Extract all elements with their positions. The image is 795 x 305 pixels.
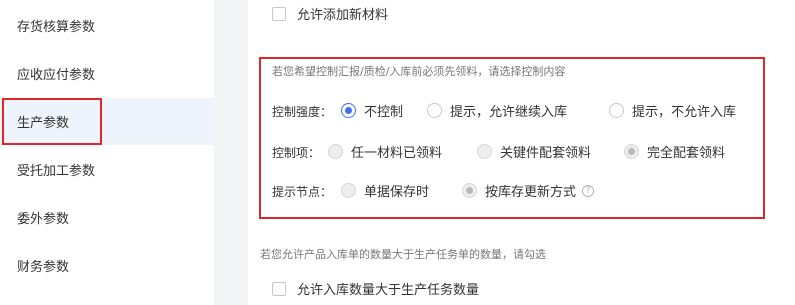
node-option-on-save[interactable]: 单据保存时 <box>341 181 429 200</box>
sidebar-item-finance[interactable]: 财务参数 <box>0 242 214 289</box>
allow-excess-quantity-label: 允许入库数量大于生产任务数量 <box>297 283 480 298</box>
strength-option-warn-allow[interactable]: 提示，允许继续入库 <box>427 101 567 120</box>
sidebar-item-label: 生产参数 <box>17 116 70 131</box>
strength-option-warn-block[interactable]: 提示，不允许入库 <box>609 101 736 120</box>
sidebar-item-inventory-accounting[interactable]: 存货核算参数 <box>0 2 214 49</box>
settings-sidebar: 存货核算参数 应收应付参数 生产参数 受托加工参数 委外参数 财务参数 <box>0 0 214 305</box>
sidebar-item-label: 存货核算参数 <box>17 20 96 35</box>
radio-disabled-icon[interactable] <box>341 183 356 198</box>
help-icon[interactable]: ? <box>582 184 595 197</box>
radio-disabled-selected-icon[interactable] <box>462 183 477 198</box>
control-strength-label: 控制强度： <box>272 105 333 119</box>
radio-icon[interactable] <box>427 103 442 118</box>
prompt-node-label: 提示节点： <box>272 185 333 199</box>
radio-icon[interactable] <box>609 103 624 118</box>
option-label: 提示，不允许入库 <box>632 105 737 120</box>
radio-disabled-icon[interactable] <box>477 144 492 159</box>
allow-new-material-row[interactable]: 允许添加新材料 <box>272 4 388 23</box>
option-label: 完全配套领料 <box>647 146 726 161</box>
excess-section-hint: 若您允许产品入库单的数量大于生产任务单的数量，请勾选 <box>260 248 546 261</box>
sidebar-item-consigned-processing[interactable]: 受托加工参数 <box>0 146 214 193</box>
sidebar-item-label: 应收应付参数 <box>17 68 96 83</box>
sidebar-divider <box>214 0 248 305</box>
radio-selected-icon[interactable] <box>341 103 356 118</box>
option-label: 提示，允许继续入库 <box>450 105 568 120</box>
sidebar-item-production[interactable]: 生产参数 <box>0 98 214 145</box>
radio-disabled-selected-icon[interactable] <box>624 144 639 159</box>
control-item-label: 控制项： <box>272 146 321 160</box>
sidebar-item-receivable-payable[interactable]: 应收应付参数 <box>0 50 214 97</box>
item-option-full-kit[interactable]: 完全配套领料 <box>624 142 725 161</box>
option-label: 不控制 <box>364 105 404 120</box>
item-option-key-parts[interactable]: 关键件配套领料 <box>477 142 591 161</box>
strength-option-none[interactable]: 不控制 <box>341 101 403 120</box>
allow-new-material-checkbox[interactable] <box>272 6 286 21</box>
control-section-hint: 若您希望控制汇报/质检/入库前必须先领料，请选择控制内容 <box>272 65 566 78</box>
sidebar-item-label: 委外参数 <box>17 212 70 227</box>
sidebar-item-outsourcing[interactable]: 委外参数 <box>0 194 214 241</box>
allow-excess-quantity-checkbox[interactable] <box>272 281 286 296</box>
option-label: 单据保存时 <box>364 185 430 200</box>
option-label: 任一材料已领料 <box>351 146 443 161</box>
sidebar-item-label: 财务参数 <box>17 260 70 275</box>
option-label: 关键件配套领料 <box>500 146 592 161</box>
option-label: 按库存更新方式 <box>485 185 577 200</box>
sidebar-item-label: 受托加工参数 <box>17 164 96 179</box>
allow-new-material-label: 允许添加新材料 <box>297 8 389 23</box>
allow-excess-quantity-row[interactable]: 允许入库数量大于生产任务数量 <box>272 279 479 298</box>
item-option-any-material[interactable]: 任一材料已领料 <box>328 142 442 161</box>
radio-disabled-icon[interactable] <box>328 144 343 159</box>
node-option-inventory-update[interactable]: 按库存更新方式 ? <box>462 181 595 200</box>
